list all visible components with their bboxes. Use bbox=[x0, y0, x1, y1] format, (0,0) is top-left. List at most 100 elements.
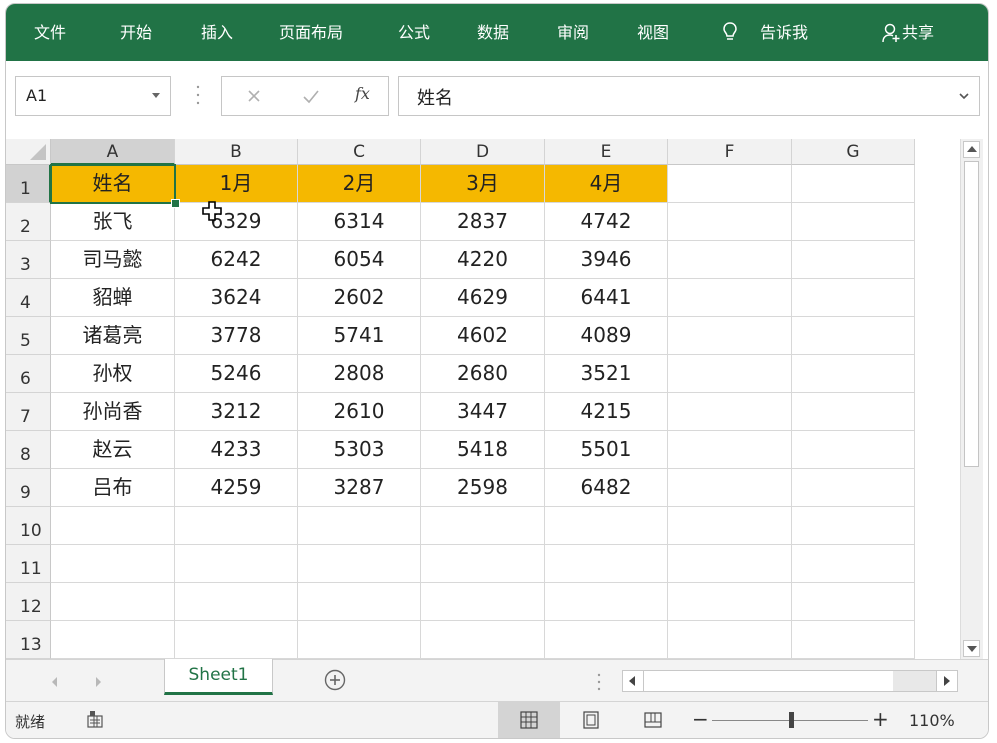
cell-g8[interactable] bbox=[792, 431, 915, 469]
cell-a6[interactable]: 孙权 bbox=[51, 355, 175, 393]
cell-g11[interactable] bbox=[792, 545, 915, 583]
cell-a12[interactable] bbox=[51, 583, 175, 621]
cell-f7[interactable] bbox=[668, 393, 792, 431]
cell-c4[interactable]: 2602 bbox=[298, 279, 421, 317]
cell-a11[interactable] bbox=[51, 545, 175, 583]
tell-me-search[interactable]: 告诉我 bbox=[760, 21, 808, 45]
formula-input[interactable]: 姓名 bbox=[398, 76, 980, 116]
cell-f1[interactable] bbox=[668, 165, 792, 203]
cell-g2[interactable] bbox=[792, 203, 915, 241]
tab-insert[interactable]: 插入 bbox=[201, 21, 233, 45]
enter-check-icon[interactable] bbox=[300, 85, 322, 107]
horizontal-scroll-thumb[interactable] bbox=[644, 671, 893, 691]
cell-f9[interactable] bbox=[668, 469, 792, 507]
cell-a8[interactable]: 赵云 bbox=[51, 431, 175, 469]
cell-c12[interactable] bbox=[298, 583, 421, 621]
page-layout-view-button[interactable] bbox=[560, 702, 622, 738]
cell-d8[interactable]: 5418 bbox=[421, 431, 545, 469]
zoom-level[interactable]: 110% bbox=[909, 711, 955, 730]
row-header-10[interactable]: 10 bbox=[6, 507, 51, 545]
cell-d11[interactable] bbox=[421, 545, 545, 583]
cell-g1[interactable] bbox=[792, 165, 915, 203]
cell-g3[interactable] bbox=[792, 241, 915, 279]
cell-c8[interactable]: 5303 bbox=[298, 431, 421, 469]
cell-b3[interactable]: 6242 bbox=[175, 241, 298, 279]
cell-e13[interactable] bbox=[545, 621, 668, 659]
cell-f11[interactable] bbox=[668, 545, 792, 583]
column-header-a[interactable]: A bbox=[51, 139, 175, 165]
cell-d7[interactable]: 3447 bbox=[421, 393, 545, 431]
cell-f4[interactable] bbox=[668, 279, 792, 317]
cell-a13[interactable] bbox=[51, 621, 175, 659]
cell-c1[interactable]: 2月 bbox=[298, 165, 421, 203]
row-header-13[interactable]: 13 bbox=[6, 621, 51, 659]
tab-view[interactable]: 视图 bbox=[637, 21, 669, 45]
cell-d13[interactable] bbox=[421, 621, 545, 659]
row-header-4[interactable]: 4 bbox=[6, 279, 51, 317]
row-header-3[interactable]: 3 bbox=[6, 241, 51, 279]
row-header-1[interactable]: 1 bbox=[6, 165, 51, 203]
cell-a3[interactable]: 司马懿 bbox=[51, 241, 175, 279]
row-header-12[interactable]: 12 bbox=[6, 583, 51, 621]
cell-c3[interactable]: 6054 bbox=[298, 241, 421, 279]
page-break-view-button[interactable] bbox=[622, 702, 684, 738]
tab-file[interactable]: 文件 bbox=[34, 21, 66, 45]
tab-home[interactable]: 开始 bbox=[120, 21, 152, 45]
scroll-up-button[interactable] bbox=[963, 141, 980, 158]
insert-function-button[interactable]: fx bbox=[355, 84, 370, 103]
vertical-scroll-thumb[interactable] bbox=[964, 161, 979, 467]
cell-e1[interactable]: 4月 bbox=[545, 165, 668, 203]
cell-g9[interactable] bbox=[792, 469, 915, 507]
cell-g5[interactable] bbox=[792, 317, 915, 355]
cell-e6[interactable]: 3521 bbox=[545, 355, 668, 393]
cell-g4[interactable] bbox=[792, 279, 915, 317]
cell-a10[interactable] bbox=[51, 507, 175, 545]
row-header-5[interactable]: 5 bbox=[6, 317, 51, 355]
cell-a9[interactable]: 吕布 bbox=[51, 469, 175, 507]
cell-e4[interactable]: 6441 bbox=[545, 279, 668, 317]
cell-b13[interactable] bbox=[175, 621, 298, 659]
cell-b11[interactable] bbox=[175, 545, 298, 583]
cell-g13[interactable] bbox=[792, 621, 915, 659]
cell-g12[interactable] bbox=[792, 583, 915, 621]
next-sheet-icon[interactable] bbox=[96, 677, 101, 687]
cell-c2[interactable]: 6314 bbox=[298, 203, 421, 241]
tab-review[interactable]: 审阅 bbox=[557, 21, 589, 45]
cell-d10[interactable] bbox=[421, 507, 545, 545]
cell-f10[interactable] bbox=[668, 507, 792, 545]
scroll-right-button[interactable] bbox=[936, 670, 958, 692]
row-header-7[interactable]: 7 bbox=[6, 393, 51, 431]
cell-f8[interactable] bbox=[668, 431, 792, 469]
column-header-e[interactable]: E bbox=[545, 139, 668, 165]
cell-b9[interactable]: 4259 bbox=[175, 469, 298, 507]
cell-d4[interactable]: 4629 bbox=[421, 279, 545, 317]
cell-e11[interactable] bbox=[545, 545, 668, 583]
horizontal-scrollbar[interactable] bbox=[622, 670, 958, 692]
cell-c5[interactable]: 5741 bbox=[298, 317, 421, 355]
sheet-tab-sheet1[interactable]: Sheet1 bbox=[164, 659, 273, 695]
cell-b8[interactable]: 4233 bbox=[175, 431, 298, 469]
lightbulb-icon[interactable] bbox=[722, 21, 738, 43]
vertical-scrollbar[interactable] bbox=[960, 139, 983, 659]
select-all-button[interactable] bbox=[6, 139, 51, 165]
cell-e7[interactable]: 4215 bbox=[545, 393, 668, 431]
cell-a5[interactable]: 诸葛亮 bbox=[51, 317, 175, 355]
column-header-d[interactable]: D bbox=[421, 139, 545, 165]
cell-b1[interactable]: 1月 bbox=[175, 165, 298, 203]
cell-g7[interactable] bbox=[792, 393, 915, 431]
zoom-out-button[interactable]: − bbox=[692, 707, 709, 731]
row-header-8[interactable]: 8 bbox=[6, 431, 51, 469]
cell-e3[interactable]: 3946 bbox=[545, 241, 668, 279]
share-person-icon[interactable] bbox=[882, 23, 900, 43]
cell-e10[interactable] bbox=[545, 507, 668, 545]
cell-b5[interactable]: 3778 bbox=[175, 317, 298, 355]
cell-e5[interactable]: 4089 bbox=[545, 317, 668, 355]
cell-f13[interactable] bbox=[668, 621, 792, 659]
cell-d9[interactable]: 2598 bbox=[421, 469, 545, 507]
name-box[interactable]: A1 bbox=[15, 76, 171, 116]
cell-f5[interactable] bbox=[668, 317, 792, 355]
zoom-slider-thumb[interactable] bbox=[789, 712, 794, 728]
macro-record-icon[interactable] bbox=[86, 710, 104, 728]
fill-handle[interactable] bbox=[171, 199, 180, 208]
tab-page-layout[interactable]: 页面布局 bbox=[279, 21, 343, 45]
